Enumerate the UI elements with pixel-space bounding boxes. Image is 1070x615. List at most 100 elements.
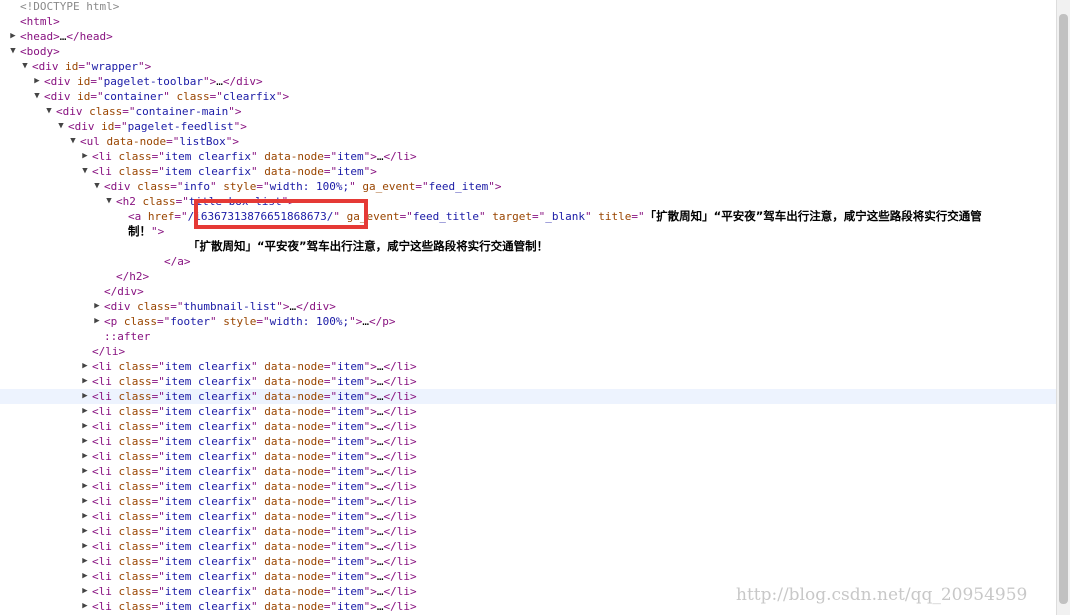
dom-node-row[interactable]: ▶ <li class="item clearfix" data-node="it…	[0, 509, 1056, 524]
attribute-value: item	[337, 420, 364, 433]
dom-node-line[interactable]: <html>	[0, 14, 1056, 29]
dom-node-line[interactable]: </a>	[0, 254, 1056, 269]
dom-node-row[interactable]: ▶ <li class="item clearfix" data-node="it…	[0, 389, 1056, 404]
triangle-right-icon[interactable]: ▶	[80, 404, 90, 419]
dom-node-row[interactable]: ▶ <li class="item clearfix" data-node="it…	[0, 419, 1056, 434]
dom-node-line[interactable]: <a href="/i6367313876651868673/" ga_even…	[0, 209, 1056, 224]
triangle-right-icon[interactable]: ▶	[80, 584, 90, 599]
elements-dom-tree[interactable]: <!DOCTYPE html> <html> ▶ <head>…</head> ▼ <bo…	[0, 0, 1056, 615]
tag-token: "	[349, 180, 363, 193]
dom-node-line[interactable]: 制！">	[0, 224, 1056, 239]
attribute-value: item	[337, 600, 364, 613]
node-code: <li class="item clearfix" data-node="ite…	[92, 389, 417, 404]
tag-token: ">	[363, 405, 377, 418]
attribute-name: class	[137, 300, 171, 313]
vertical-scrollbar[interactable]	[1056, 0, 1070, 615]
triangle-right-icon[interactable]: ▶	[8, 29, 18, 44]
triangle-down-icon[interactable]: ▼	[104, 194, 114, 209]
dom-node-row[interactable]: ▼ <div class="info" style="width: 100%;" …	[0, 179, 1056, 194]
dom-node-row[interactable]: ▶ <li class="item clearfix" data-node="it…	[0, 359, 1056, 374]
triangle-right-icon[interactable]: ▶	[80, 569, 90, 584]
dom-node-row[interactable]: ▼ <div id="pagelet-feedlist">	[0, 119, 1056, 134]
triangle-right-icon[interactable]: ▶	[80, 479, 90, 494]
triangle-right-icon[interactable]: ▶	[80, 374, 90, 389]
dom-node-line[interactable]: </h2>	[0, 269, 1056, 284]
triangle-right-icon[interactable]: ▶	[32, 74, 42, 89]
tag-token: ">	[363, 480, 377, 493]
tag-token: <li	[92, 495, 119, 508]
dom-node-row[interactable]: ▶ <head>…</head>	[0, 29, 1056, 44]
dom-node-row[interactable]: ▶ <li class="item clearfix" data-node="it…	[0, 569, 1056, 584]
triangle-right-icon[interactable]: ▶	[80, 464, 90, 479]
triangle-right-icon[interactable]: ▶	[80, 599, 90, 614]
tag-token: </li>	[383, 420, 417, 433]
dom-node-row[interactable]: ▼ <div id="container" class="clearfix">	[0, 89, 1056, 104]
dom-node-row[interactable]: ▶ <li class="item clearfix" data-node="it…	[0, 449, 1056, 464]
dom-node-line[interactable]: </div>	[0, 284, 1056, 299]
dom-node-line[interactable]: <!DOCTYPE html>	[0, 0, 1056, 14]
tag-token: ="	[256, 315, 270, 328]
dom-node-row[interactable]: ▶ <div class="thumbnail-list">…</div>	[0, 299, 1056, 314]
dom-node-row[interactable]: ▶ <li class="item clearfix" data-node="it…	[0, 479, 1056, 494]
attribute-value: item	[337, 165, 364, 178]
triangle-right-icon[interactable]: ▶	[92, 299, 102, 314]
dom-node-row[interactable]: ▶ <li class="item clearfix" data-node="it…	[0, 404, 1056, 419]
dom-node-row[interactable]: ▶ <li class="item clearfix" data-node="it…	[0, 434, 1056, 449]
attribute-value: info	[183, 180, 211, 193]
dom-node-row[interactable]: ▶ <li class="item clearfix" data-node="it…	[0, 524, 1056, 539]
triangle-right-icon[interactable]: ▶	[80, 539, 90, 554]
dom-node-line[interactable]: 「扩散周知」“平安夜”驾车出行注意，咸宁这些路段将实行交通管制！	[0, 239, 1056, 254]
node-code: <div id="wrapper">	[32, 59, 151, 74]
tag-token: "	[210, 315, 224, 328]
triangle-right-icon[interactable]: ▶	[80, 359, 90, 374]
triangle-down-icon[interactable]: ▼	[44, 104, 54, 119]
triangle-down-icon[interactable]: ▼	[80, 164, 90, 179]
triangle-right-icon[interactable]: ▶	[80, 434, 90, 449]
triangle-down-icon[interactable]: ▼	[68, 134, 78, 149]
tag-token: ="	[170, 180, 184, 193]
triangle-down-icon[interactable]: ▼	[56, 119, 66, 134]
dom-node-row[interactable]: ▶ <div id="pagelet-toolbar">…</div>	[0, 74, 1056, 89]
tag-token: ="	[323, 465, 338, 478]
node-code: <li class="item clearfix" data-node="ite…	[92, 494, 417, 509]
tag-token: ="	[151, 570, 165, 583]
dom-node-line[interactable]: </li>	[0, 344, 1056, 359]
triangle-down-icon[interactable]: ▼	[92, 179, 102, 194]
triangle-right-icon[interactable]: ▶	[80, 449, 90, 464]
triangle-right-icon[interactable]: ▶	[80, 389, 90, 404]
triangle-right-icon[interactable]: ▶	[80, 554, 90, 569]
tag-token: ="	[323, 570, 338, 583]
dom-node-row[interactable]: ▼ <li class="item clearfix" data-node="it…	[0, 164, 1056, 179]
dom-node-row[interactable]: ▼ <body>	[0, 44, 1056, 59]
triangle-down-icon[interactable]: ▼	[20, 59, 30, 74]
dom-node-row[interactable]: ▶ <li class="item clearfix" data-node="it…	[0, 464, 1056, 479]
dom-node-row[interactable]: ▼ <div class="container-main">	[0, 104, 1056, 119]
tag-token: </p>	[368, 315, 396, 328]
triangle-right-icon[interactable]: ▶	[80, 419, 90, 434]
scrollbar-thumb[interactable]	[1059, 14, 1068, 604]
dom-node-row[interactable]: ▼ <div id="wrapper">	[0, 59, 1056, 74]
tag-token: ="	[323, 435, 338, 448]
dom-node-row[interactable]: ▶ <li class="item clearfix" data-node="it…	[0, 149, 1056, 164]
dom-node-row[interactable]: ▼ <h2 class="title-box-list">	[0, 194, 1056, 209]
triangle-right-icon[interactable]: ▶	[80, 149, 90, 164]
triangle-right-icon[interactable]: ▶	[80, 509, 90, 524]
node-code: <div class="container-main">	[56, 104, 241, 119]
triangle-right-icon[interactable]: ▶	[80, 524, 90, 539]
dom-node-row[interactable]: ▶ <li class="item clearfix" data-node="it…	[0, 539, 1056, 554]
triangle-down-icon[interactable]: ▼	[8, 44, 18, 59]
dom-node-row[interactable]: ▼ <ul data-node="listBox">	[0, 134, 1056, 149]
dom-node-line[interactable]: ::after	[0, 329, 1056, 344]
tag-token: ">	[137, 60, 152, 73]
dom-node-row[interactable]: ▶ <li class="item clearfix" data-node="it…	[0, 374, 1056, 389]
tag-token: ="	[151, 585, 165, 598]
dom-node-row[interactable]: ▶ <p class="footer" style="width: 100%;">…	[0, 314, 1056, 329]
dom-node-row[interactable]: ▶ <li class="item clearfix" data-node="it…	[0, 554, 1056, 569]
dom-node-row[interactable]: ▶ <li class="item clearfix" data-node="it…	[0, 494, 1056, 509]
attribute-value: pagelet-feedlist	[127, 120, 234, 133]
node-code: <html>	[20, 14, 60, 29]
tag-token: "	[250, 585, 265, 598]
triangle-down-icon[interactable]: ▼	[32, 89, 42, 104]
triangle-right-icon[interactable]: ▶	[80, 494, 90, 509]
triangle-right-icon[interactable]: ▶	[92, 314, 102, 329]
